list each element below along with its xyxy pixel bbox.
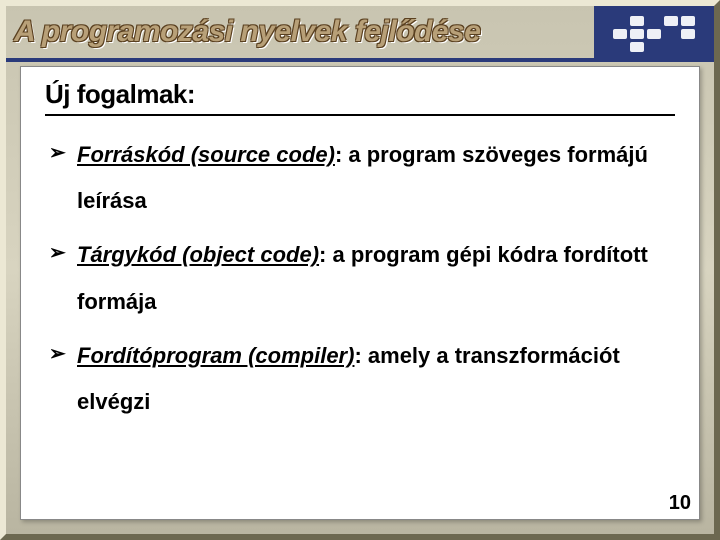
logo-block [594,6,714,62]
logo-icon [613,16,695,52]
bullet-list: Forráskód (source code): a program szöve… [45,132,675,425]
content-panel: Új fogalmak: Forráskód (source code): a … [20,66,700,520]
list-item: Forráskód (source code): a program szöve… [49,132,675,224]
slide-frame: A programozási nyelvek fejlődése Új foga… [0,0,720,540]
list-item: Tárgykód (object code): a program gépi k… [49,232,675,324]
list-item: Fordítóprogram (compiler): amely a trans… [49,333,675,425]
term: Fordítóprogram (compiler) [77,343,354,368]
page-number: 10 [669,492,691,515]
term: Forráskód (source code) [77,142,335,167]
subtitle: Új fogalmak: [45,79,675,116]
term: Tárgykód (object code) [77,242,319,267]
header: A programozási nyelvek fejlődése [6,6,714,62]
slide-title: A programozási nyelvek fejlődése [14,15,480,49]
